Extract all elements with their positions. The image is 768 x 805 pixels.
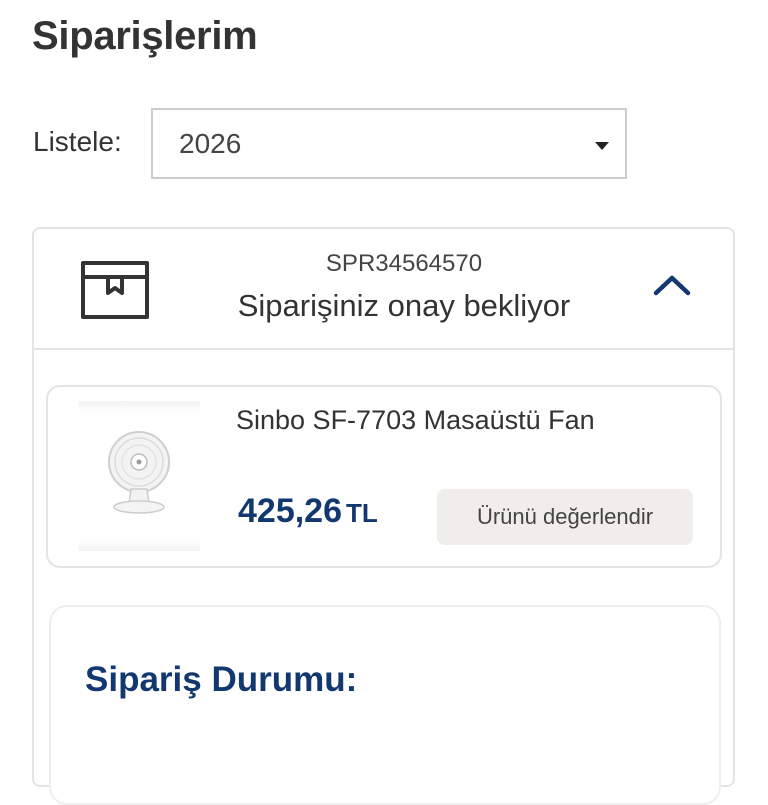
year-select[interactable]: 2026 bbox=[151, 108, 627, 179]
rate-product-button[interactable]: Ürünü değerlendir bbox=[437, 489, 693, 545]
list-filter-label: Listele: bbox=[33, 126, 122, 157]
chevron-up-icon[interactable] bbox=[650, 269, 694, 299]
price-currency: TL bbox=[346, 498, 378, 528]
page-title: Siparişlerim bbox=[32, 14, 258, 58]
product-price: 425,26 TL bbox=[238, 492, 378, 531]
price-amount: 425,26 bbox=[238, 492, 342, 530]
order-card: SPR34564570 Siparişiniz onay bekliyor Si… bbox=[32, 227, 735, 805]
product-name[interactable]: Sinbo SF-7703 Masaüstü Fan bbox=[236, 405, 595, 436]
caret-down-icon bbox=[595, 142, 609, 150]
desk-fan-image[interactable] bbox=[78, 401, 200, 551]
order-status-title: Sipariş Durumu: bbox=[85, 660, 358, 699]
order-status-section: Sipariş Durumu: bbox=[49, 605, 721, 805]
order-header[interactable]: SPR34564570 Siparişiniz onay bekliyor bbox=[34, 229, 733, 350]
product-card: Sinbo SF-7703 Masaüstü Fan 425,26 TL Ürün… bbox=[46, 385, 722, 568]
year-select-value: 2026 bbox=[179, 128, 242, 159]
